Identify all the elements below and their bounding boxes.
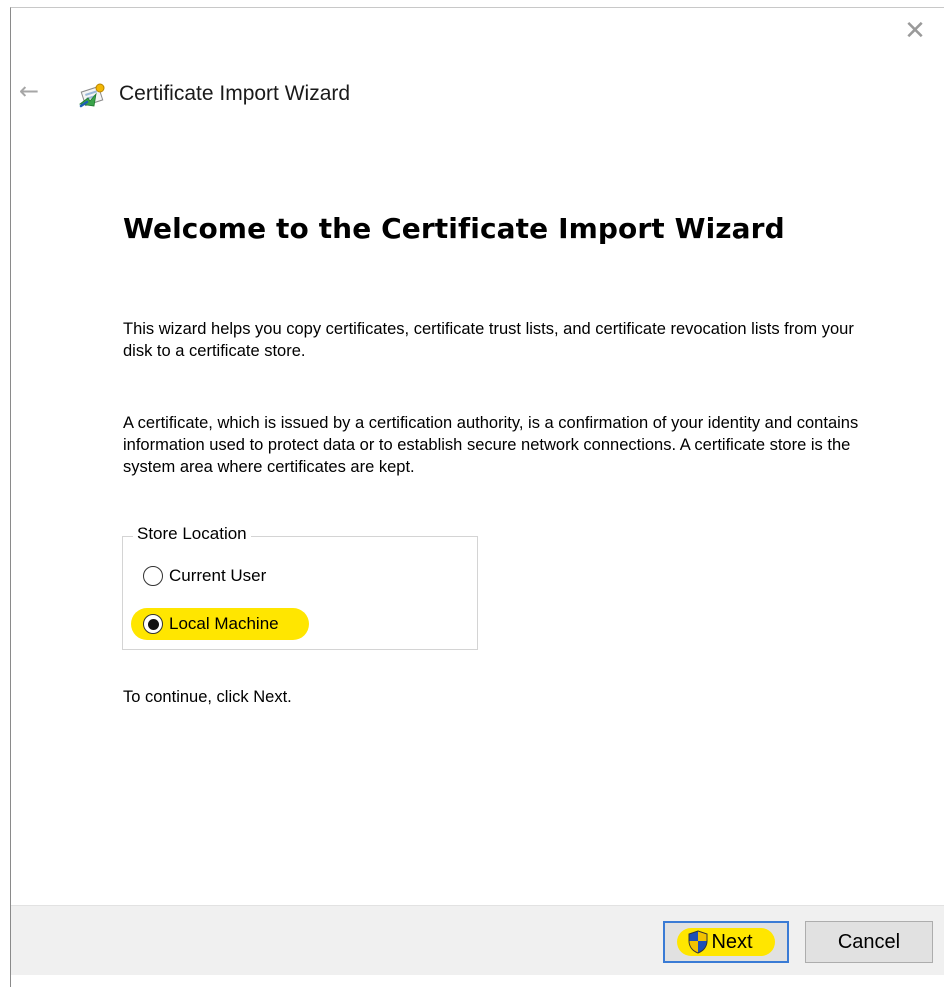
next-button-label: Next [711, 930, 753, 953]
cancel-button[interactable]: Cancel [805, 921, 933, 963]
radio-current-user-label: Current User [169, 566, 267, 585]
certificate-wizard-icon [78, 83, 105, 108]
radio-current-user[interactable]: Current User [143, 563, 266, 589]
radio-local-machine-label: Local Machine [169, 614, 279, 633]
back-button[interactable]: ← [14, 76, 44, 106]
close-icon: ✕ [904, 16, 926, 46]
page-heading: Welcome to the Certificate Import Wizard [123, 212, 785, 245]
radio-button-unselected[interactable] [143, 566, 163, 586]
radio-button-selected[interactable] [143, 614, 163, 634]
radio-local-machine[interactable]: Local Machine [131, 608, 309, 640]
uac-shield-icon [688, 930, 708, 954]
close-button[interactable]: ✕ [900, 16, 930, 46]
next-button[interactable]: Next [663, 921, 789, 963]
description-paragraph: A certificate, which is issued by a cert… [123, 414, 859, 476]
store-location-label: Store Location [133, 524, 251, 544]
wizard-window [10, 7, 944, 987]
continue-hint: To continue, click Next. [123, 688, 292, 706]
back-arrow-icon: ← [18, 77, 40, 105]
window-title: Certificate Import Wizard [119, 82, 351, 105]
cancel-button-label: Cancel [837, 930, 901, 953]
store-location-group: Store Location Current User Local Machin… [122, 524, 478, 650]
radio-selected-dot [147, 618, 159, 630]
next-button-highlight: Next [677, 928, 775, 956]
intro-paragraph: This wizard helps you copy certificates,… [123, 320, 854, 360]
